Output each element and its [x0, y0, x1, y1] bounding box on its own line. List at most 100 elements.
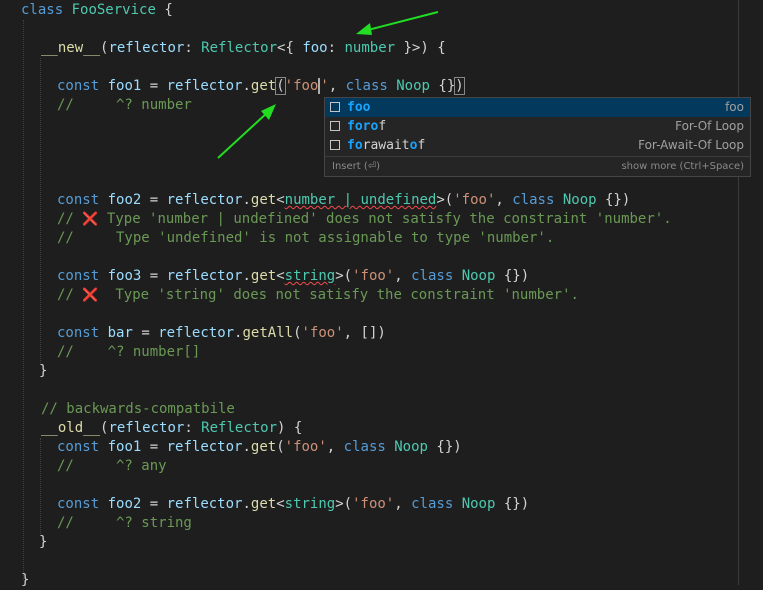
suggestion-label: foo [347, 100, 371, 115]
punct: , [328, 78, 346, 94]
bracket-match: ( [275, 77, 286, 95]
keyword: class [345, 78, 388, 94]
suggestion-item[interactable]: forof For-Of Loop [325, 117, 750, 136]
method-name: get [250, 78, 277, 94]
class-name: Noop [394, 439, 428, 455]
punct: = [141, 439, 167, 455]
keyword: class [21, 2, 64, 18]
code-line: const bar = reflector.getAll('foo', []) [57, 324, 386, 343]
method-name: getAll [242, 325, 294, 341]
indent-guide [40, 438, 41, 534]
error-text: Type 'number | undefined' does not satis… [98, 211, 672, 227]
punct: = [141, 268, 167, 284]
error-comment: // ❌ Type 'string' does not satisfy the … [57, 286, 579, 305]
punct: . [242, 192, 251, 208]
code-line: const foo1 = reflector.get('foo', class … [57, 77, 465, 96]
string: 'foo' [352, 268, 395, 284]
code-line: __old__(reflector: Reflector) { [41, 419, 302, 438]
editor-ruler [738, 0, 739, 585]
punct: > [335, 268, 344, 284]
keyword: class [411, 496, 454, 512]
punct: {}) [427, 439, 462, 455]
punct: { [155, 2, 173, 18]
punct: > [335, 496, 344, 512]
keyword: const [57, 78, 100, 94]
code-comment: // backwards-compatbile [41, 401, 235, 417]
prop: foo [302, 40, 328, 56]
punct: ( [293, 325, 302, 341]
class-name: Noop [461, 268, 496, 284]
string: 'foo' [284, 439, 327, 455]
error-icon: ❌ [82, 212, 99, 227]
class-name: Noop [562, 192, 597, 208]
punct: : [327, 40, 345, 56]
indent-guide [23, 20, 24, 580]
suggestion-item[interactable]: foo foo [325, 98, 750, 117]
insert-hint: Insert (⏎) [332, 161, 381, 172]
punct: {}) [495, 496, 530, 512]
comment-prefix: // [57, 211, 83, 227]
suggestion-label: forawaitof [347, 138, 426, 153]
punct: : [184, 420, 202, 436]
error-comment: // Type 'undefined' is not assignable to… [57, 230, 555, 246]
type-name: Reflector [201, 40, 278, 56]
code-line: const foo3 = reflector.get<string>('foo'… [57, 267, 529, 286]
string: 'foo' [301, 325, 344, 341]
keyword: class [512, 192, 555, 208]
snippet-icon [330, 121, 340, 131]
text-icon [330, 102, 340, 112]
punct: : [184, 40, 202, 56]
class-name: Noop [461, 496, 496, 512]
show-more-link[interactable]: show more (Ctrl+Space) [621, 157, 744, 177]
string: 'foo' [352, 496, 395, 512]
variable: reflector [166, 78, 243, 94]
autocomplete-popup[interactable]: foo foo forof For-Of Loop forawaitof For… [324, 97, 751, 177]
variable: reflector [166, 439, 243, 455]
code-line: __new__(reflector: Reflector<{ foo: numb… [41, 39, 446, 58]
suggestion-detail: foo [725, 100, 744, 114]
suggestion-detail: For-Of Loop [675, 119, 744, 133]
type-hint-comment: // ^? string [57, 515, 192, 531]
variable: bar [107, 325, 133, 341]
closing-brace: } [21, 572, 30, 588]
type-hint-comment: // ^? number[] [57, 344, 201, 360]
type-argument: string [284, 496, 336, 512]
type-argument-error: string [284, 268, 336, 284]
method-name: get [250, 268, 277, 284]
punct: ( [276, 439, 285, 455]
method-name: __new__ [41, 40, 101, 56]
string: 'foo [284, 78, 319, 94]
error-icon: ❌ [82, 288, 99, 303]
punct: }>) { [395, 40, 446, 56]
punct: = [132, 325, 159, 341]
punct: , [326, 439, 344, 455]
suggestion-item[interactable]: forawaitof For-Await-Of Loop [325, 136, 750, 155]
variable: foo2 [107, 192, 142, 208]
param: reflector [108, 40, 185, 56]
punct: , [394, 268, 412, 284]
punct: ( [444, 192, 454, 208]
comment-prefix: // [57, 287, 83, 303]
punct: . [242, 78, 251, 94]
variable: reflector [166, 192, 243, 208]
string: ' [320, 78, 329, 94]
punct: < [276, 496, 285, 512]
punct: {}) [596, 192, 631, 208]
type-hint-comment: // ^? any [57, 458, 167, 474]
class-name: FooService [71, 2, 156, 18]
variable: reflector [158, 325, 235, 341]
code-line: const foo2 = reflector.get<string>('foo'… [57, 495, 529, 514]
punct: . [242, 268, 251, 284]
indent-guide [40, 58, 41, 363]
punct: ( [343, 268, 353, 284]
code-line: const foo1 = reflector.get('foo', class … [57, 438, 462, 457]
closing-brace: } [39, 363, 48, 379]
punct: {}) [495, 268, 530, 284]
variable: reflector [166, 496, 243, 512]
code-editor[interactable]: class FooService { __new__(reflector: Re… [0, 0, 763, 588]
punct: < [276, 268, 285, 284]
punct: . [242, 496, 251, 512]
class-name: Noop [396, 78, 430, 94]
punct: {} [429, 78, 456, 94]
punct: ) { [277, 420, 303, 436]
